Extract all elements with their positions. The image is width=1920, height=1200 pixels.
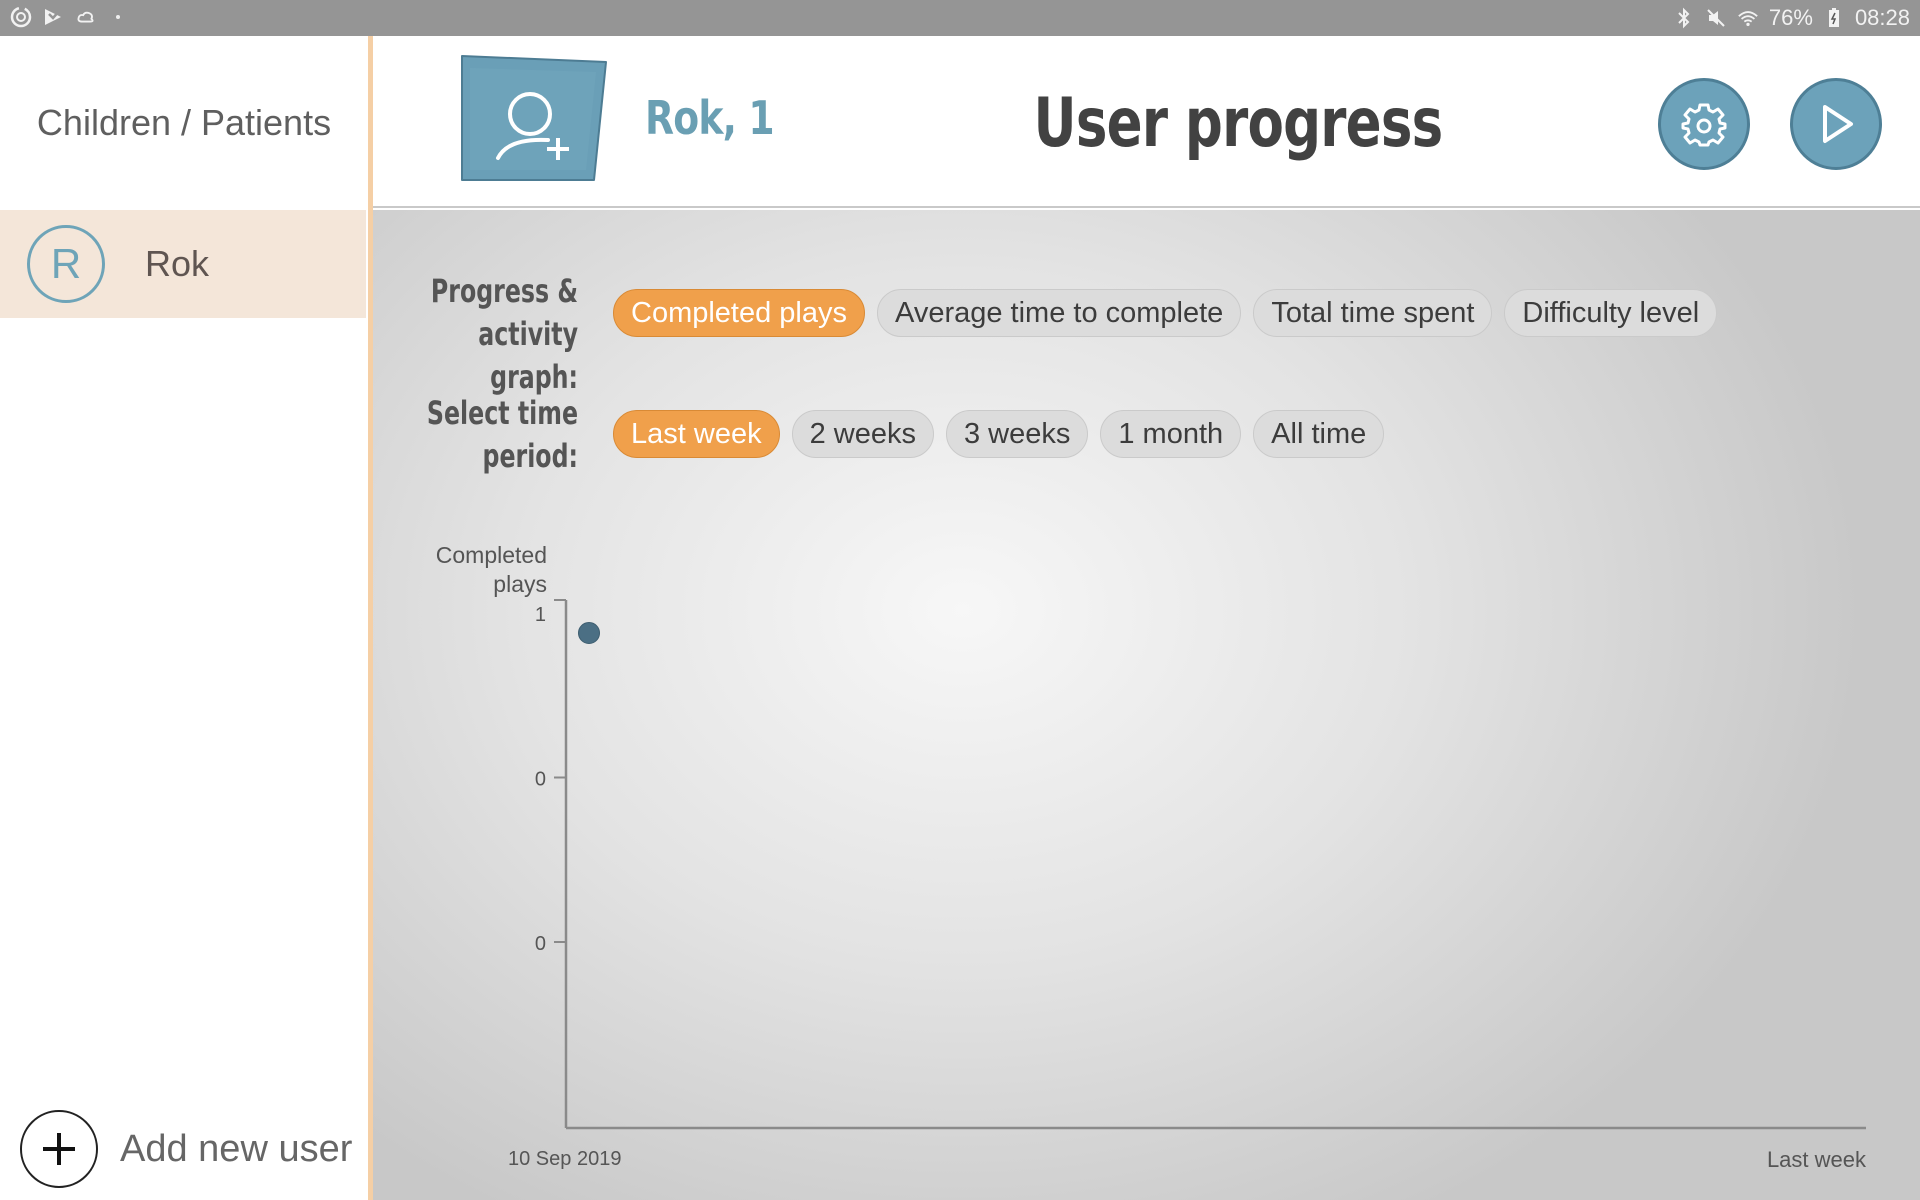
time-period-selector: Last week 2 weeks 3 weeks 1 month All ti… bbox=[613, 410, 1385, 458]
play-button[interactable] bbox=[1790, 78, 1882, 170]
user-name: Rok bbox=[145, 243, 210, 284]
flipboard-icon bbox=[42, 6, 64, 28]
user-avatar: R bbox=[27, 225, 105, 303]
header: Rok, 1 User progress bbox=[373, 36, 1920, 208]
mute-icon bbox=[1705, 7, 1727, 29]
graph-option-difficulty[interactable]: Difficulty level bbox=[1504, 289, 1718, 337]
sidebar-title: Children / Patients bbox=[36, 102, 332, 143]
x-axis-start-label: 10 Sep 2019 bbox=[508, 1148, 621, 1170]
graph-type-label-line2: activity graph: bbox=[478, 315, 578, 396]
bluetooth-icon bbox=[1673, 7, 1695, 29]
graph-type-selector: Completed plays Average time to complete… bbox=[613, 289, 1718, 337]
settings-button[interactable] bbox=[1658, 78, 1750, 170]
wifi-icon bbox=[1737, 7, 1759, 29]
battery-percent: 76% bbox=[1768, 5, 1813, 30]
status-bar: 76% 08:28 bbox=[0, 0, 1920, 36]
sync-icon bbox=[10, 6, 32, 28]
user-list-item[interactable]: R Rok bbox=[0, 210, 366, 318]
clock: 08:28 bbox=[1854, 5, 1910, 30]
graph-type-label-line1: Progress & bbox=[430, 272, 578, 310]
x-axis-end-label: Last week bbox=[1767, 1147, 1867, 1172]
period-option-1-month[interactable]: 1 month bbox=[1100, 410, 1242, 458]
page-title: User progress bbox=[1033, 84, 1444, 163]
graph-option-average-time[interactable]: Average time to complete bbox=[877, 289, 1242, 337]
add-new-user-label: Add new user bbox=[120, 1127, 353, 1170]
add-user-avatar-button[interactable] bbox=[458, 54, 608, 182]
current-user-label: Rok, 1 bbox=[645, 91, 775, 145]
weather-icon bbox=[74, 6, 96, 28]
play-icon bbox=[1823, 105, 1853, 143]
period-option-all-time[interactable]: All time bbox=[1253, 410, 1385, 458]
y-axis-label-line1: Completed bbox=[436, 542, 547, 568]
add-user-icon bbox=[461, 55, 607, 181]
period-option-last-week[interactable]: Last week bbox=[613, 410, 780, 458]
graph-option-total-time[interactable]: Total time spent bbox=[1253, 289, 1493, 337]
y-tick-label: 0 bbox=[535, 769, 546, 791]
y-tick-label: 1 bbox=[535, 604, 546, 626]
add-new-user-button[interactable]: Add new user bbox=[20, 1110, 352, 1188]
progress-chart: Completed plays 1 0 0 10 Sep 2019 Last wee… bbox=[436, 542, 1867, 1172]
y-tick-label: 0 bbox=[535, 933, 546, 955]
graph-type-label: Progress & activity graph: bbox=[426, 270, 578, 399]
data-point[interactable] bbox=[578, 622, 600, 644]
period-option-2-weeks[interactable]: 2 weeks bbox=[791, 410, 934, 458]
time-period-label-line1: Select time bbox=[426, 394, 578, 432]
gear-icon bbox=[1681, 103, 1727, 147]
notification-dot-icon bbox=[116, 15, 120, 19]
battery-charging-icon bbox=[1823, 7, 1845, 29]
graph-option-completed-plays[interactable]: Completed plays bbox=[613, 289, 865, 337]
time-period-label-line2: period: bbox=[482, 437, 578, 475]
period-option-3-weeks[interactable]: 3 weeks bbox=[945, 410, 1089, 458]
sidebar: Children / Patients R Rok Add new user bbox=[0, 36, 368, 1200]
main-panel: Progress & activity graph: Completed pla… bbox=[373, 210, 1920, 1200]
y-axis-label-line2: plays bbox=[493, 571, 547, 597]
time-period-label: Select time period: bbox=[426, 392, 578, 478]
plus-icon bbox=[20, 1110, 98, 1188]
